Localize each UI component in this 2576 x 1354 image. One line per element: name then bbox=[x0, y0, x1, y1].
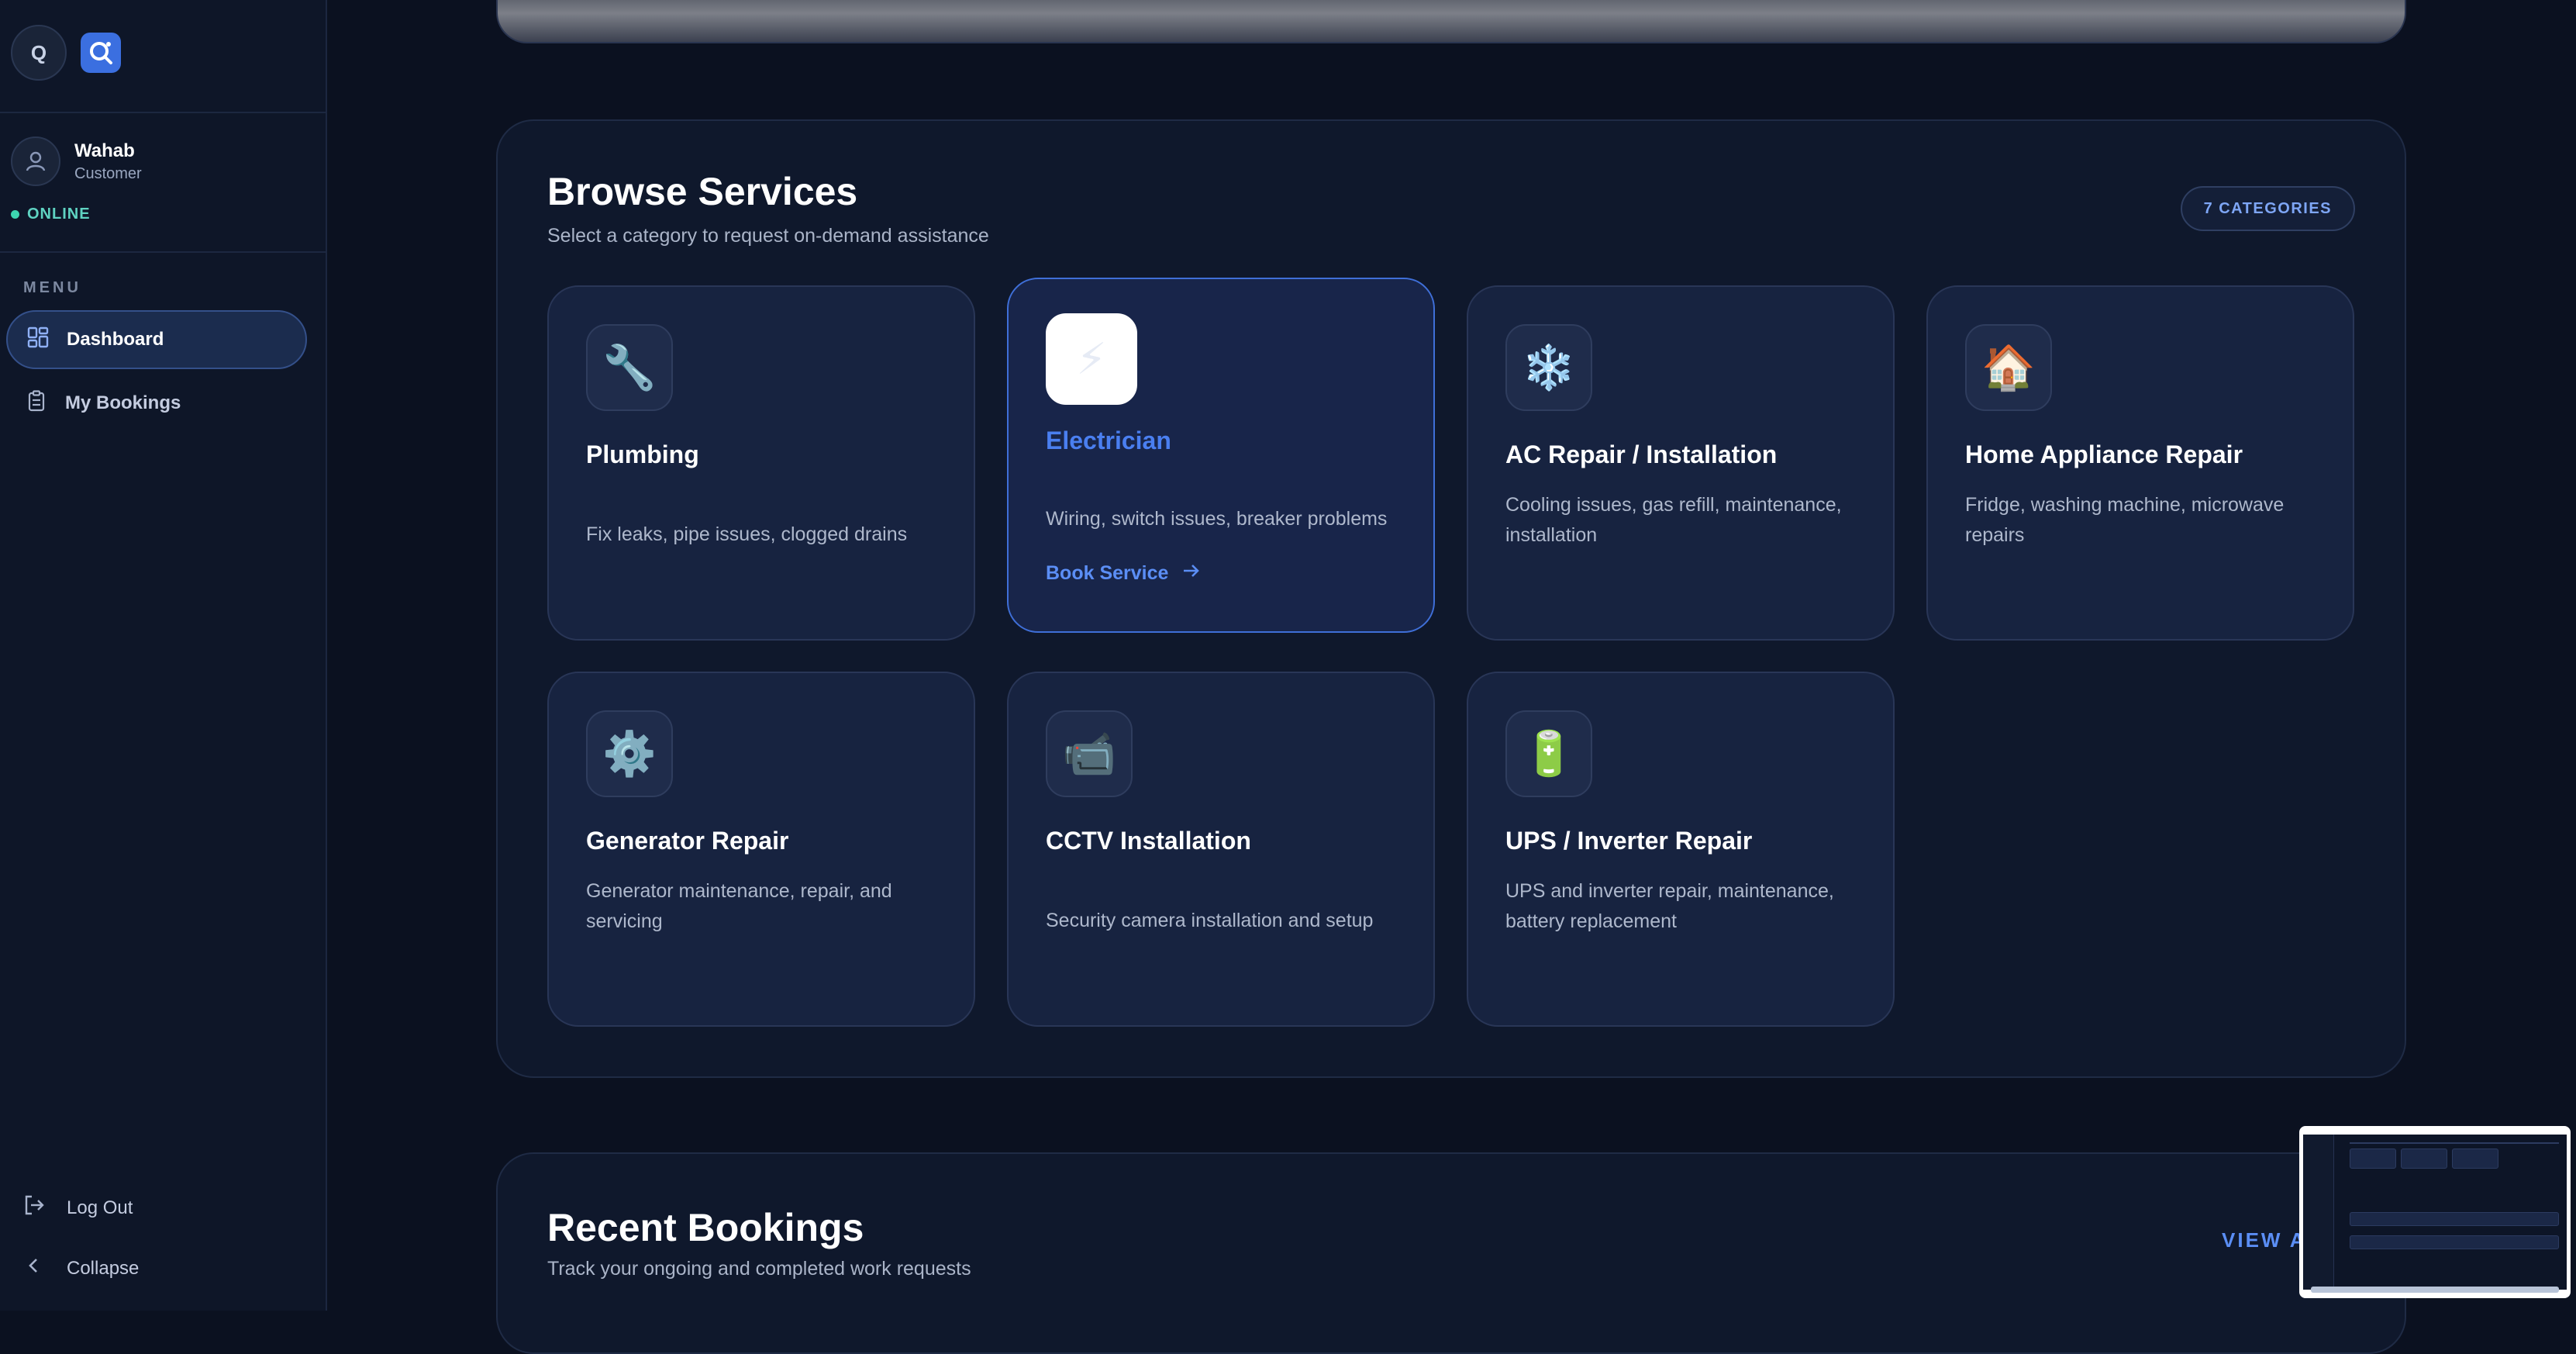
brand-badge[interactable]: Q bbox=[11, 25, 67, 81]
service-title: Plumbing bbox=[586, 440, 699, 468]
recent-bookings-title: Recent Bookings bbox=[547, 1206, 864, 1249]
service-card-electrician[interactable]: ⚡ Electrician Wiring, switch issues, bre… bbox=[1007, 278, 1435, 633]
service-card-ups-inverter[interactable]: 🔋 UPS / Inverter Repair UPS and inverter… bbox=[1467, 672, 1895, 1027]
service-description: Fridge, washing machine, microwave repai… bbox=[1965, 494, 2285, 546]
gear-icon: ⚙️ bbox=[586, 710, 673, 797]
sidebar-item-dashboard[interactable]: Dashboard bbox=[6, 310, 307, 369]
book-service-link[interactable]: Book Service bbox=[1046, 560, 1202, 587]
view-all-link[interactable]: VIEW A bbox=[2222, 1228, 2306, 1252]
thumbnail-card bbox=[2350, 1148, 2396, 1169]
screenshot-thumbnail[interactable] bbox=[2299, 1126, 2571, 1298]
grid-icon bbox=[26, 326, 50, 354]
collapse-button[interactable]: Collapse bbox=[22, 1253, 139, 1283]
sidebar-item-my-bookings[interactable]: My Bookings bbox=[6, 374, 307, 433]
thumbnail-preview bbox=[2303, 1135, 2567, 1290]
sidebar-item-label: My Bookings bbox=[65, 392, 181, 413]
sidebar-item-label: Dashboard bbox=[67, 329, 164, 350]
menu-heading: MENU bbox=[23, 279, 81, 296]
thumbnail-sidebar bbox=[2303, 1135, 2334, 1290]
recent-bookings-subtitle: Track your ongoing and completed work re… bbox=[547, 1258, 971, 1280]
service-title: CCTV Installation bbox=[1046, 827, 1251, 855]
service-card-generator[interactable]: ⚙️ Generator Repair Generator maintenanc… bbox=[547, 672, 975, 1027]
logout-icon bbox=[22, 1193, 47, 1223]
battery-icon: 🔋 bbox=[1505, 710, 1592, 797]
clipboard-icon bbox=[25, 389, 48, 418]
logout-button[interactable]: Log Out bbox=[22, 1193, 133, 1223]
previous-panel-edge bbox=[496, 0, 2406, 43]
thumbnail-bar bbox=[2350, 1142, 2559, 1144]
service-card-home-appliance[interactable]: 🏠 Home Appliance Repair Fridge, washing … bbox=[1926, 285, 2354, 641]
service-card-cctv[interactable]: 📹 CCTV Installation Security camera inst… bbox=[1007, 672, 1435, 1027]
service-description: Fix leaks, pipe issues, clogged drains bbox=[586, 523, 908, 545]
service-description: Generator maintenance, repair, and servi… bbox=[586, 880, 892, 932]
thumbnail-row bbox=[2350, 1212, 2559, 1226]
thumbnail-card bbox=[2452, 1148, 2498, 1169]
status-label: ONLINE bbox=[27, 206, 91, 223]
categories-count-badge: 7 CATEGORIES bbox=[2180, 186, 2355, 231]
logout-label: Log Out bbox=[67, 1197, 133, 1218]
snowflake-icon: ❄️ bbox=[1505, 324, 1592, 411]
service-title: Generator Repair bbox=[586, 827, 789, 855]
thumbnail-dock bbox=[2311, 1287, 2559, 1293]
arrow-right-icon bbox=[1181, 560, 1202, 587]
collapse-label: Collapse bbox=[67, 1257, 140, 1279]
recent-bookings-panel: Recent Bookings Track your ongoing and c… bbox=[496, 1152, 2406, 1354]
app-logo-icon[interactable] bbox=[81, 33, 121, 73]
browse-services-title: Browse Services bbox=[547, 170, 858, 213]
sidebar-divider bbox=[0, 251, 326, 253]
chevron-left-icon bbox=[22, 1253, 47, 1283]
book-service-label: Book Service bbox=[1046, 562, 1169, 584]
service-card-plumbing[interactable]: 🔧 Plumbing Fix leaks, pipe issues, clogg… bbox=[547, 285, 975, 641]
service-description: Cooling issues, gas refill, maintenance,… bbox=[1505, 494, 1842, 546]
browse-services-panel: Browse Services Select a category to req… bbox=[496, 119, 2406, 1078]
online-status: ONLINE bbox=[11, 206, 91, 223]
browse-services-subtitle: Select a category to request on-demand a… bbox=[547, 225, 989, 247]
service-title: Home Appliance Repair bbox=[1965, 440, 2243, 468]
house-icon: 🏠 bbox=[1965, 324, 2052, 411]
status-dot-icon bbox=[11, 210, 19, 219]
user-name: Wahab bbox=[74, 140, 135, 161]
service-title: AC Repair / Installation bbox=[1505, 440, 1778, 468]
service-description: Wiring, switch issues, breaker problems bbox=[1046, 508, 1388, 530]
service-description: UPS and inverter repair, maintenance, ba… bbox=[1505, 880, 1834, 932]
user-role: Customer bbox=[74, 164, 142, 182]
camera-icon: 📹 bbox=[1046, 710, 1133, 797]
sidebar-divider bbox=[0, 112, 326, 113]
user-avatar-icon bbox=[11, 136, 60, 186]
service-description: Security camera installation and setup bbox=[1046, 910, 1374, 931]
service-title: Electrician bbox=[1046, 427, 1171, 454]
thumbnail-row bbox=[2350, 1235, 2559, 1249]
service-card-ac-repair[interactable]: ❄️ AC Repair / Installation Cooling issu… bbox=[1467, 285, 1895, 641]
service-title: UPS / Inverter Repair bbox=[1505, 827, 1753, 855]
thumbnail-card bbox=[2401, 1148, 2447, 1169]
lightning-icon: ⚡ bbox=[1046, 313, 1137, 405]
sidebar: Q Wahab Customer ONLINE MENU Dashboard M… bbox=[0, 0, 327, 1311]
wrench-icon: 🔧 bbox=[586, 324, 673, 411]
brand-row: Q bbox=[11, 25, 121, 81]
user-profile: Wahab Customer bbox=[11, 136, 142, 186]
